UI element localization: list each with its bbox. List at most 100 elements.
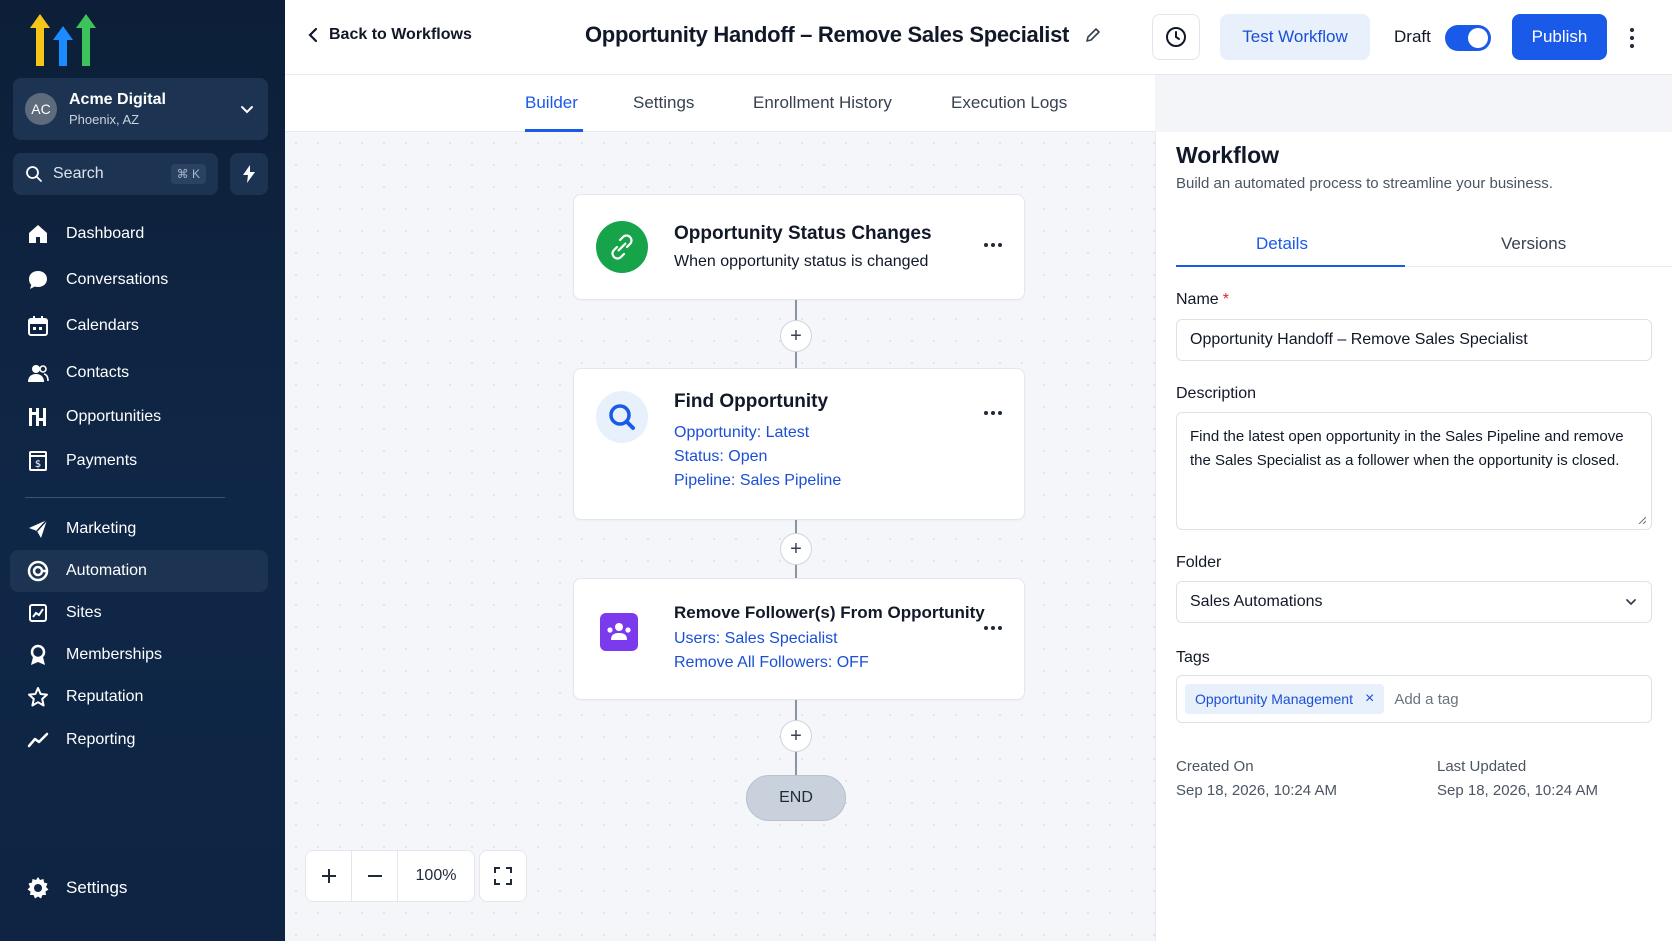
search-shortcut: ⌘ K (170, 164, 206, 184)
sidebar-item-sites[interactable]: Sites (10, 592, 268, 634)
search-icon (26, 166, 42, 182)
sidebar-item-opportunities[interactable]: Opportunities (10, 396, 268, 438)
sidebar-item-label: Marketing (66, 520, 137, 537)
sidebar-item-settings[interactable]: Settings (10, 867, 268, 909)
zoom-out-button[interactable] (352, 851, 398, 901)
folder-select[interactable]: Sales Automations (1176, 581, 1652, 623)
sidebar-item-conversations[interactable]: Conversations (10, 259, 268, 301)
workflow-tabs: Builder Settings Enrollment History Exec… (285, 75, 1155, 132)
sidebar-item-label: Reporting (66, 731, 136, 748)
active-panel-tab-indicator (1176, 265, 1405, 267)
tab-versions[interactable]: Versions (1501, 234, 1566, 254)
expand-icon (494, 867, 512, 885)
description-value: Find the latest open opportunity in the … (1190, 428, 1624, 469)
sidebar-item-marketing[interactable]: Marketing (10, 508, 268, 550)
contacts-icon (26, 361, 50, 385)
zoom-controls: 100% (305, 850, 527, 902)
more-options-icon[interactable] (1625, 24, 1639, 52)
zoom-level: 100% (415, 867, 457, 884)
tab-enrollment-history[interactable]: Enrollment History (753, 93, 892, 113)
updated-value: Sep 18, 2026, 10:24 AM (1437, 782, 1598, 799)
quick-actions-button[interactable] (230, 153, 268, 195)
payments-icon: $ (26, 449, 50, 473)
sidebar-divider (25, 497, 225, 498)
find-opportunity-line: Pipeline: Sales Pipeline (674, 472, 842, 489)
description-field[interactable]: Find the latest open opportunity in the … (1176, 412, 1652, 530)
search-button[interactable]: Search ⌘ K (13, 153, 218, 195)
add-step-button[interactable]: + (780, 533, 812, 565)
tags-input[interactable]: Opportunity Management × Add a tag (1176, 675, 1652, 723)
home-icon (26, 222, 50, 246)
minus-icon (367, 875, 382, 877)
trigger-menu-icon[interactable] (984, 243, 1002, 247)
created-label: Created On (1176, 758, 1254, 775)
plus-icon (321, 869, 336, 883)
sidebar-item-label: Reputation (66, 688, 144, 705)
find-opportunity-menu-icon[interactable] (984, 411, 1002, 415)
tab-execution-logs[interactable]: Execution Logs (951, 93, 1067, 113)
back-label: Back to Workflows (329, 26, 472, 43)
workflow-title: Opportunity Handoff – Remove Sales Speci… (585, 22, 1101, 48)
sidebar-item-calendars[interactable]: Calendars (10, 305, 268, 347)
avatar: AC (25, 93, 57, 125)
workflow-details-panel: Workflow Build an automated process to s… (1155, 132, 1672, 941)
users-icon (600, 613, 638, 651)
gear-icon (26, 876, 50, 900)
panel-subtitle: Build an automated process to streamline… (1176, 175, 1553, 192)
sidebar-item-label: Opportunities (66, 408, 162, 425)
folder-value: Sales Automations (1190, 593, 1323, 610)
remove-tag-icon[interactable]: × (1365, 690, 1374, 708)
reporting-icon (26, 728, 50, 752)
sites-icon (26, 601, 50, 625)
tags-label: Tags (1176, 649, 1210, 666)
name-field[interactable]: Opportunity Handoff – Remove Sales Speci… (1176, 319, 1652, 361)
chevron-down-icon (1626, 599, 1636, 606)
sidebar-item-label: Dashboard (66, 225, 145, 242)
find-opportunity-line: Status: Open (674, 448, 768, 465)
sidebar-item-automation[interactable]: Automation (10, 550, 268, 592)
sidebar-item-contacts[interactable]: Contacts (10, 352, 268, 394)
sidebar-item-reporting[interactable]: Reporting (10, 719, 268, 761)
fit-to-screen-button[interactable] (479, 850, 527, 902)
sidebar: AC Acme Digital Phoenix, AZ Search ⌘ K D… (0, 0, 285, 941)
trigger-card[interactable]: Opportunity Status Changes When opportun… (573, 194, 1025, 300)
svg-text:$: $ (35, 459, 41, 470)
zoom-in-button[interactable] (306, 851, 352, 901)
add-step-button[interactable]: + (780, 720, 812, 752)
account-name: Acme Digital (69, 91, 166, 108)
tab-settings[interactable]: Settings (633, 93, 694, 113)
publish-toggle[interactable] (1445, 25, 1491, 51)
publish-button[interactable]: Publish (1512, 14, 1607, 60)
account-location: Phoenix, AZ (69, 112, 140, 127)
sidebar-item-label: Contacts (66, 364, 130, 381)
calendar-icon (26, 314, 50, 338)
top-bar: Back to Workflows Opportunity Handoff – … (285, 0, 1672, 75)
sidebar-item-payments[interactable]: $ Payments (10, 440, 268, 482)
link-icon (596, 221, 648, 273)
find-opportunity-card[interactable]: Find Opportunity Opportunity: Latest Sta… (573, 368, 1025, 520)
find-opportunity-line: Opportunity: Latest (674, 424, 810, 441)
builder-canvas[interactable]: Opportunity Status Changes When opportun… (285, 132, 1155, 941)
remove-followers-card[interactable]: Remove Follower(s) From Opportunity User… (573, 578, 1025, 700)
logo-icon[interactable] (30, 12, 96, 70)
add-step-button[interactable]: + (780, 320, 812, 352)
history-button[interactable] (1152, 14, 1200, 60)
name-label: Name * (1176, 291, 1229, 308)
test-workflow-button[interactable]: Test Workflow (1220, 14, 1370, 60)
sidebar-item-dashboard[interactable]: Dashboard (10, 213, 268, 255)
tag-placeholder[interactable]: Add a tag (1394, 691, 1458, 708)
sidebar-item-memberships[interactable]: Memberships (10, 634, 268, 676)
bolt-icon (243, 165, 255, 183)
resize-handle-icon[interactable] (1638, 516, 1646, 524)
clock-icon (1166, 27, 1186, 47)
back-to-workflows-link[interactable]: Back to Workflows (307, 26, 472, 44)
sidebar-item-reputation[interactable]: Reputation (10, 676, 268, 718)
tab-builder[interactable]: Builder (525, 93, 578, 113)
account-switcher[interactable]: AC Acme Digital Phoenix, AZ (13, 78, 268, 140)
edit-pencil-icon[interactable] (1085, 27, 1101, 43)
find-opportunity-title: Find Opportunity (674, 391, 829, 412)
tab-details[interactable]: Details (1256, 234, 1308, 254)
send-icon (26, 517, 50, 541)
remove-followers-menu-icon[interactable] (984, 626, 1002, 630)
end-node: END (746, 775, 846, 821)
